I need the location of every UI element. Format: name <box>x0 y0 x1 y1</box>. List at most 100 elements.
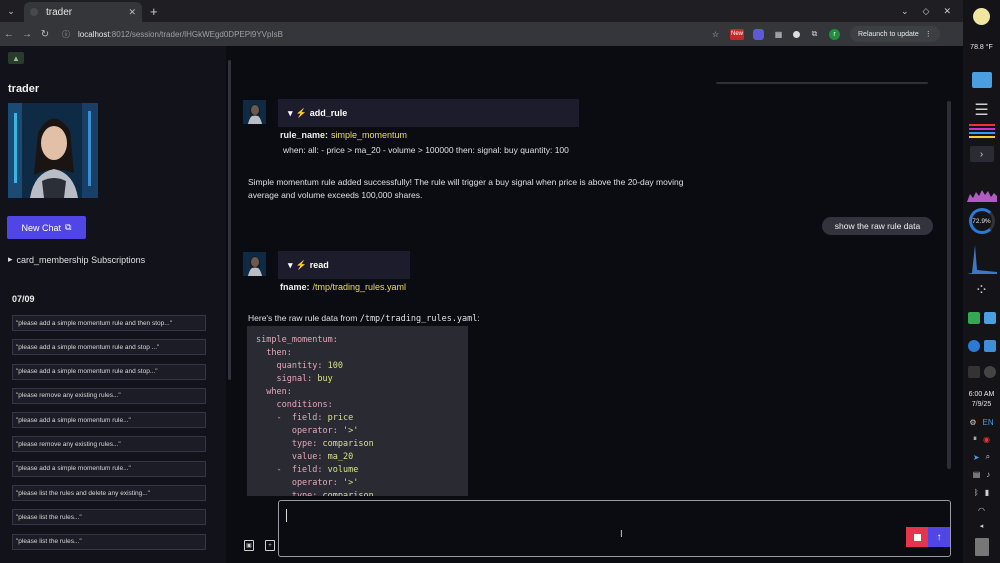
new-chat-button[interactable]: New Chat ⧉ <box>7 216 86 239</box>
close-window-icon[interactable]: ✕ <box>943 6 951 17</box>
weather-widget[interactable] <box>963 8 1000 25</box>
expand-panel-icon[interactable]: › <box>963 146 1000 162</box>
send-button[interactable]: ↑ <box>928 527 950 547</box>
tool-call-header-read[interactable]: ▾ ⚡ read <box>278 251 410 279</box>
subscriptions-label: card_membership Subscriptions <box>16 254 146 265</box>
tray-tools-icon[interactable]: ⚙ <box>969 418 976 427</box>
reload-icon[interactable]: ↻ <box>36 29 54 40</box>
yaml-key: - field: <box>256 465 323 475</box>
profile-avatar[interactable]: r <box>829 28 840 40</box>
message-input[interactable]: I ↑ <box>278 500 951 557</box>
minimize-icon[interactable]: ⌄ <box>901 6 909 17</box>
extension-dot-icon[interactable] <box>793 30 800 38</box>
extensions-icon[interactable]: ⧉ <box>809 29 820 40</box>
yaml-value: buy <box>312 374 333 384</box>
file-manager-icon[interactable] <box>963 72 1000 88</box>
wifi-icon[interactable]: ◠ <box>963 506 1000 515</box>
chat-scrollbar[interactable] <box>947 101 951 469</box>
weather-sun-icon <box>973 8 990 25</box>
history-item[interactable]: "please list the rules..." <box>12 509 206 526</box>
bookmark-star-icon[interactable]: ☆ <box>710 29 721 40</box>
app-launcher-icon[interactable]: ⁘ <box>963 280 1000 300</box>
tool-name: read <box>309 260 329 270</box>
telegram-icon[interactable]: ➤ <box>973 453 980 462</box>
forward-icon[interactable]: → <box>18 29 36 40</box>
history-item[interactable]: "please add a simple momentum rule..." <box>12 460 206 477</box>
yaml-key: simple_momentum: <box>256 335 338 345</box>
history-item[interactable]: "please add a simple momentum rule..." <box>12 412 206 429</box>
history-item[interactable]: "please list the rules..." <box>12 533 206 550</box>
back-icon[interactable]: ← <box>0 29 18 40</box>
extension-icon[interactable] <box>753 28 764 40</box>
clock-date[interactable]: 7/9/25 <box>963 401 1000 408</box>
sidebar-scrollbar[interactable] <box>228 60 231 380</box>
new-tab-button[interactable]: + <box>150 4 158 19</box>
param-key: fname: <box>280 282 310 292</box>
color-bars-icon[interactable] <box>963 124 1000 138</box>
tool-param-fname: fname:/tmp/trading_rules.yaml <box>280 282 406 292</box>
url-field[interactable]: ⓘ localhost :8012/session/trader/lHGkWEg… <box>62 25 698 43</box>
extension-puzzle-icon[interactable]: ▦ <box>773 29 784 40</box>
browser-tab[interactable]: trader ✕ <box>24 2 142 22</box>
history-item[interactable]: "please remove any existing rules..." <box>12 387 206 404</box>
yaml-value: '>' <box>337 426 359 436</box>
assistant-message-line: Here's the raw rule data from /tmp/tradi… <box>248 312 480 326</box>
clipboard-icon[interactable]: ▤ <box>973 470 981 479</box>
history-item[interactable]: "please list the rules and delete any ex… <box>12 485 206 502</box>
chrome-icon[interactable] <box>967 312 980 324</box>
tool-param-rule-name: rule_name: simple_momentum <box>280 130 407 140</box>
history-item[interactable]: "please add a simple momentum rule and s… <box>12 363 206 380</box>
files-icon[interactable] <box>983 312 996 324</box>
code-line: conditions: <box>256 400 468 413</box>
url-path: :8012/session/trader/lHGkWEgd0DPEPl9YVpI… <box>109 29 283 39</box>
tab-close-icon[interactable]: ✕ <box>128 7 136 18</box>
restore-icon[interactable]: ◇ <box>923 6 930 17</box>
param-value: simple_momentum <box>331 130 408 140</box>
image-upload-icon[interactable]: ▣ <box>244 540 254 551</box>
site-info-icon[interactable]: ⓘ <box>62 29 70 40</box>
file-upload-icon[interactable]: + <box>265 540 275 551</box>
alert-icon[interactable]: ◉ <box>983 435 990 444</box>
history-item[interactable]: "please remove any existing rules..." <box>12 436 206 453</box>
tab-bar: ⌄ trader ✕ + ⌄ ◇ ✕ <box>0 0 963 22</box>
keyboard-layout[interactable]: EN <box>983 418 994 427</box>
collapse-tray-icon[interactable]: ◂ <box>963 522 1000 530</box>
yaml-key: when: <box>256 387 292 397</box>
arrow-up-icon: ↑ <box>936 531 942 543</box>
yaml-value: ma_20 <box>322 452 354 462</box>
clock-time[interactable]: 6:00 AM <box>963 391 1000 398</box>
cpu-usage-gauge[interactable]: 72.9% <box>963 208 1000 234</box>
app-logo-icon[interactable]: ▲ <box>8 52 24 64</box>
subscriptions-toggle[interactable]: ▸ card_membership Subscriptions <box>8 254 145 265</box>
search-icon[interactable]: ⌕ <box>986 452 990 462</box>
yaml-key: then: <box>256 348 292 358</box>
more-menu-icon[interactable]: ⋮ <box>925 30 932 38</box>
tool-call-header-add-rule[interactable]: ▾ ⚡ add_rule <box>278 99 579 127</box>
terminal-icon[interactable] <box>967 366 980 378</box>
browser-icon[interactable] <box>967 340 980 352</box>
lightning-icon: ⚡ <box>295 259 307 270</box>
window-icon[interactable] <box>983 340 996 352</box>
extension-new-icon[interactable]: New <box>730 28 744 40</box>
yaml-value: comparison <box>317 439 374 449</box>
trash-icon[interactable] <box>963 538 1000 556</box>
network-graph-icon <box>963 240 1000 274</box>
bluetooth-icon[interactable]: ᛒ <box>974 488 979 497</box>
stop-button[interactable] <box>906 527 928 547</box>
taskbar-row <box>963 312 1000 324</box>
yaml-key: conditions: <box>256 400 333 410</box>
github-icon[interactable] <box>983 366 996 378</box>
tab-search-icon[interactable]: ⌄ <box>2 2 20 20</box>
text-caret <box>286 509 287 522</box>
sidebar-title: trader <box>8 83 40 95</box>
pause-icon[interactable]: ⏸ <box>973 434 977 444</box>
address-bar: ← → ↻ ⓘ localhost :8012/session/trader/l… <box>0 22 963 46</box>
volume-icon[interactable]: ♪ <box>986 470 990 479</box>
battery-icon[interactable]: ▮ <box>985 488 989 497</box>
history-item[interactable]: "please add a simple momentum rule and s… <box>12 339 206 356</box>
tray-row: ⏸ ◉ <box>963 434 1000 444</box>
history-item[interactable]: "please add a simple momentum rule and t… <box>12 315 206 331</box>
settings-sliders-icon[interactable]: ☰ <box>963 100 1000 120</box>
tray-row: ➤ ⌕ <box>963 452 1000 462</box>
relaunch-button[interactable]: Relaunch to update ⋮ <box>850 26 940 42</box>
